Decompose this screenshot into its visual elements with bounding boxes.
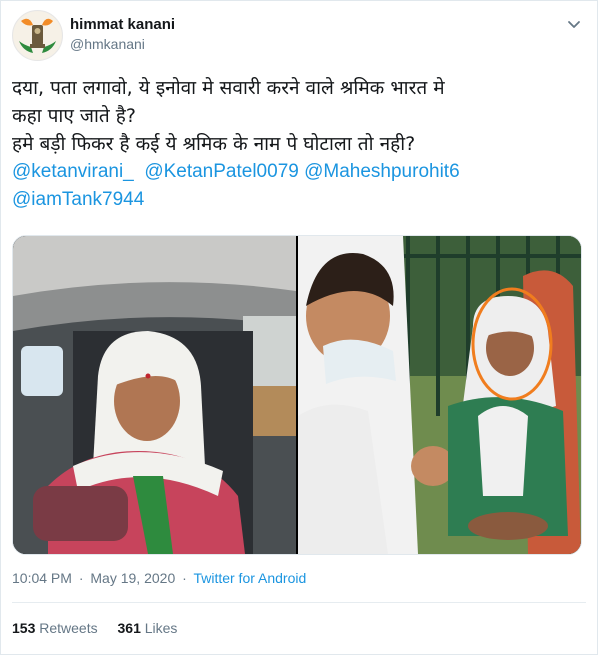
emblem-avatar-icon [13,11,62,60]
chevron-down-icon[interactable] [566,16,582,32]
mention-ketanvirani[interactable]: @ketanvirani_ [12,161,134,182]
tweet-date[interactable]: May 19, 2020 [90,570,175,586]
media-photo-left[interactable] [13,236,296,554]
retweets-stat[interactable]: 153 Retweets [12,620,102,636]
divider [12,602,586,603]
avatar[interactable] [12,10,63,61]
retweets-count: 153 [12,620,36,636]
user-handle[interactable]: @hmkanani [70,36,145,52]
tweet-media[interactable] [12,235,582,555]
likes-count: 361 [117,620,141,636]
tweet-stats: 153 Retweets 361 Likes [12,620,193,636]
tweet-time[interactable]: 10:04 PM [12,570,72,586]
tweet-line-2: कहा पाए जाते है? [12,105,136,127]
woman-highlighted-photo [298,236,581,554]
mentions-line-2: @iamTank7944 [12,186,582,214]
likes-label: Likes [144,620,178,636]
tweet-source-link[interactable]: Twitter for Android [193,570,306,586]
display-name[interactable]: himmat kanani [70,16,175,33]
retweets-label: Retweets [39,620,98,636]
woman-in-car-photo [13,236,296,554]
tweet-text: दया, पता लगावो, ये इनोवा मे सवारी करने व… [12,74,582,214]
tweet-header: himmat kanani @hmkanani [12,10,586,61]
meta-separator: · [78,570,84,586]
mention-iamtank[interactable]: @iamTank7944 [12,189,144,210]
mentions-line-1: @ketanvirani_ @KetanPatel0079 @Maheshpur… [12,158,582,186]
mention-maheshpurohit[interactable]: @Maheshpurohit6 [304,161,460,182]
likes-stat[interactable]: 361 Likes [118,620,178,636]
tweet-line-3: हमे बड़ी फिकर है कई ये श्रमिक के नाम पे … [12,133,416,155]
tweet-meta: 10:04 PM · May 19, 2020 · Twitter for An… [12,570,306,586]
meta-separator-2: · [182,570,187,586]
tweet-line-1: दया, पता लगावो, ये इनोवा मे सवारी करने व… [12,77,445,99]
mention-ketanpatel[interactable]: @KetanPatel0079 [144,161,299,182]
media-photo-right[interactable] [298,236,581,554]
